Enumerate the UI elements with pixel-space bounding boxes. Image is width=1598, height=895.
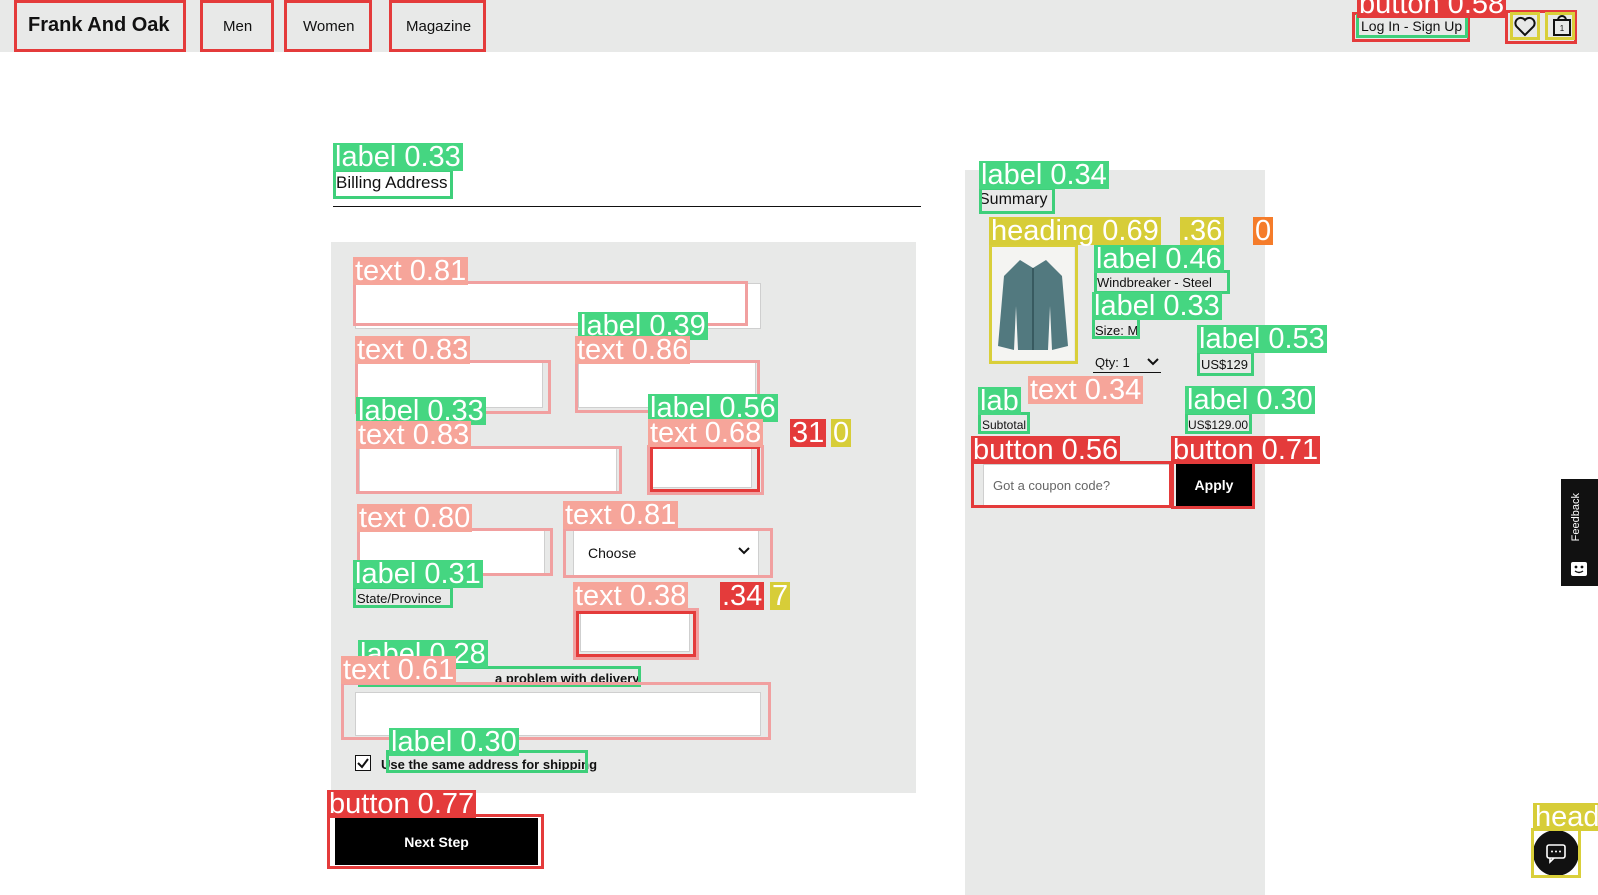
overlay-tag-city: text 0.80 (357, 502, 473, 534)
overlay-box-magazine (389, 0, 486, 52)
overlay-box-next (327, 814, 544, 869)
overlay-tag-summary: label 0.34 (979, 159, 1109, 191)
overlay-tag-state-label: label 0.31 (353, 558, 483, 590)
overlay-tag-product-extra: .36 (1180, 215, 1225, 247)
overlay-tag-subtotal-text: text 0.34 (1028, 374, 1144, 406)
overlay-box-summary (979, 187, 1055, 214)
feedback-label: Feedback (1570, 493, 1582, 542)
overlay-tag-chat: head (1533, 803, 1598, 832)
overlay-box-postal-inner (576, 611, 696, 657)
overlay-box-women (284, 0, 372, 52)
overlay-box-brand (14, 0, 186, 52)
overlay-tag-country: text 0.81 (563, 499, 679, 531)
overlay-tag-postal-extra2: 7 (770, 580, 791, 612)
overlay-tag-subtotal-value: label 0.30 (1185, 384, 1315, 416)
qty-underline (1093, 372, 1161, 373)
overlay-tag-next: button 0.77 (327, 788, 477, 820)
overlay-tag-product-price: label 0.53 (1197, 323, 1327, 355)
overlay-tag-same-address: label 0.30 (389, 726, 519, 758)
overlay-tag-login: button 0.58 (1357, 0, 1507, 19)
overlay-box-apply (1171, 461, 1255, 509)
overlay-tag-phone: text 0.61 (341, 654, 457, 686)
quantity-select[interactable]: Qty: 1 (1095, 355, 1130, 370)
overlay-tag-subtotal-label: lab (978, 385, 1021, 417)
overlay-tag-field-d-extra: 31 (790, 417, 827, 449)
overlay-box-heart (1510, 12, 1540, 40)
overlay-box-country (563, 528, 773, 578)
overlay-tag-field-a: text 0.83 (355, 334, 471, 366)
overlay-tag-coupon: button 0.56 (971, 434, 1121, 466)
overlay-tag-billing-title: label 0.33 (333, 141, 463, 173)
overlay-tag-postal: text 0.38 (573, 580, 689, 612)
feedback-tab[interactable]: Feedback (1561, 479, 1598, 586)
overlay-tag-field-b: text 0.86 (575, 334, 691, 366)
overlay-box-product-image (989, 244, 1078, 364)
overlay-tag-postal-extra: .34 (720, 580, 765, 612)
overlay-box-chat (1531, 828, 1581, 878)
overlay-box-bag (1545, 12, 1575, 40)
overlay-box-field-c (356, 446, 622, 494)
overlay-box-billing-title (333, 169, 453, 199)
overlay-box-men (200, 0, 274, 52)
overlay-box-field-d-inner (650, 446, 760, 492)
overlay-tag-product-size: label 0.33 (1092, 290, 1222, 322)
overlay-tag-field-d-extra2: 0 (831, 417, 852, 449)
overlay-tag-field-d: text 0.68 (648, 417, 764, 449)
overlay-tag-field-c: text 0.83 (356, 419, 472, 451)
checkmark-icon (357, 758, 369, 769)
overlay-box-coupon (971, 461, 1172, 508)
overlay-tag-product-image: heading 0.69 (989, 215, 1161, 247)
overlay-tag-product-name: label 0.46 (1094, 243, 1224, 275)
billing-divider (333, 206, 921, 207)
overlay-tag-address: text 0.81 (353, 255, 469, 287)
overlay-tag-product-extra2: 0 (1253, 215, 1274, 247)
smiley-face-icon (1571, 562, 1587, 581)
overlay-tag-apply: button 0.71 (1171, 434, 1321, 466)
same-address-checkbox[interactable] (355, 755, 371, 771)
